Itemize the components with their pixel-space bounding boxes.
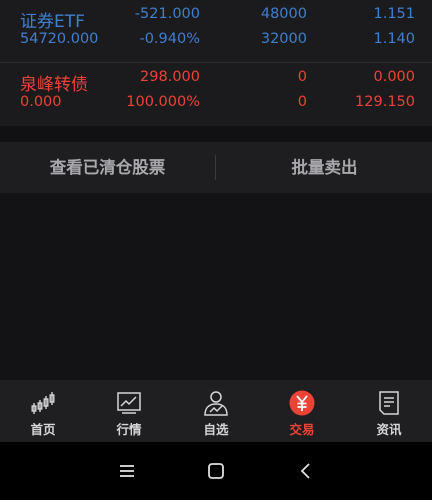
tab-home[interactable]: 首页	[0, 380, 86, 442]
tab-label: 行情	[116, 422, 142, 437]
holding-available: 32000	[260, 31, 307, 47]
holding-quantity: 0	[297, 69, 307, 85]
holding-name: 证券ETF	[20, 12, 85, 32]
action-separator	[215, 155, 216, 180]
holding-market-value: 54720.000	[20, 31, 99, 47]
menu-icon[interactable]	[115, 459, 139, 483]
holding-current-price: 0.000	[373, 69, 415, 85]
holding-row-bond[interactable]: 泉峰转债 298.000 0 0.000 0.000 100.000% 0 12…	[0, 63, 432, 125]
candlestick-icon	[31, 392, 55, 414]
tab-label: 自选	[203, 422, 229, 437]
section-gap	[0, 126, 432, 142]
empty-content-area	[0, 193, 432, 380]
batch-sell-button[interactable]: 批量卖出	[217, 142, 432, 193]
action-bar: 查看已清仓股票 批量卖出	[0, 142, 432, 193]
yen-icon	[289, 390, 315, 416]
holding-profit-ratio: -0.940%	[139, 31, 200, 47]
holding-profit: -521.000	[134, 6, 200, 22]
holding-cost-price: 129.150	[355, 94, 415, 110]
tab-label: 资讯	[376, 422, 402, 437]
view-cleared-stocks-button[interactable]: 查看已清仓股票	[0, 142, 215, 193]
person-chart-icon	[204, 391, 228, 416]
holding-profit-ratio: 100.000%	[126, 94, 200, 110]
tab-label: 交易	[289, 422, 315, 437]
holding-market-value: 0.000	[20, 94, 62, 110]
holding-name: 泉峰转债	[20, 75, 88, 95]
tab-label: 首页	[30, 422, 56, 437]
holding-cost-price: 1.140	[373, 31, 415, 47]
holding-row-etf[interactable]: 证券ETF -521.000 48000 1.151 54720.000 -0.…	[0, 0, 432, 62]
holding-quantity: 48000	[260, 6, 307, 22]
line-chart-icon	[117, 392, 141, 414]
holdings-list: 证券ETF -521.000 48000 1.151 54720.000 -0.…	[0, 0, 432, 126]
system-navigation-bar	[0, 442, 432, 500]
back-icon[interactable]	[294, 459, 318, 483]
holding-current-price: 1.151	[373, 6, 415, 22]
tab-trade[interactable]: 交易	[259, 380, 345, 442]
tab-news[interactable]: 资讯	[346, 380, 432, 442]
tab-market[interactable]: 行情	[86, 380, 172, 442]
document-icon	[379, 391, 399, 415]
tab-watchlist[interactable]: 自选	[173, 380, 259, 442]
bottom-tab-bar: 首页 行情 自选 交易 资讯	[0, 380, 432, 442]
home-square-icon[interactable]	[204, 459, 228, 483]
holding-available: 0	[297, 94, 307, 110]
holding-profit: 298.000	[140, 69, 200, 85]
